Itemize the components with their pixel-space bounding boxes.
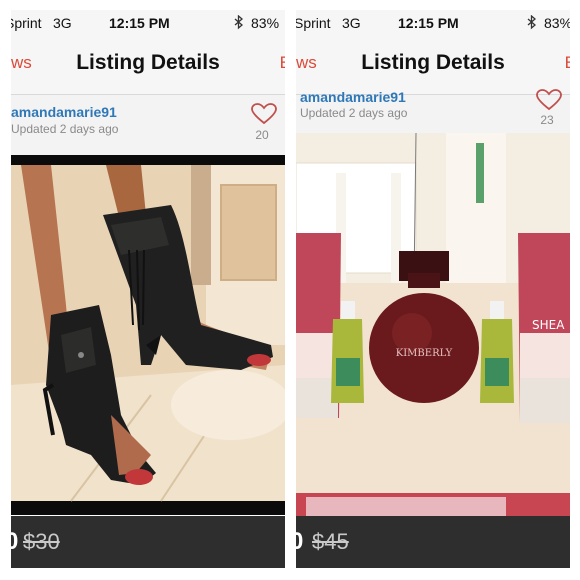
heart-icon[interactable] bbox=[251, 103, 277, 125]
page-title: Listing Details bbox=[361, 51, 505, 74]
cream-label: SHEA bbox=[532, 318, 565, 332]
price-bar: 0 $30 bbox=[11, 516, 285, 568]
seller-row: amandamarie91 Updated 2 days ago 23 bbox=[296, 89, 570, 133]
carrier-label: Sprint bbox=[296, 15, 331, 31]
status-bar: Sprint 3G 12:15 PM 83% bbox=[11, 10, 285, 36]
like-count: 23 bbox=[540, 113, 554, 127]
battery-label: 83% bbox=[544, 15, 570, 31]
carrier-label: Sprint bbox=[11, 15, 42, 31]
network-label: 3G bbox=[53, 15, 72, 31]
clock: 12:15 PM bbox=[109, 15, 170, 31]
edit-button[interactable]: E bbox=[280, 53, 285, 73]
heart-icon[interactable] bbox=[536, 89, 562, 111]
bluetooth-icon bbox=[234, 15, 243, 30]
page-title: Listing Details bbox=[76, 51, 220, 74]
battery-label: 83% bbox=[251, 15, 280, 31]
nav-bar: ws Listing Details E bbox=[11, 36, 285, 95]
screen-right: Sprint 3G 12:15 PM 83% ws Listing Detail… bbox=[296, 10, 570, 568]
seller-username[interactable]: amandamarie91 bbox=[300, 89, 406, 105]
like-count: 20 bbox=[255, 128, 269, 142]
original-price: $45 bbox=[312, 529, 349, 554]
bluetooth-icon bbox=[527, 15, 536, 30]
updated-label: Updated 2 days ago bbox=[11, 122, 119, 136]
network-label: 3G bbox=[342, 15, 361, 31]
status-bar: Sprint 3G 12:15 PM 83% bbox=[296, 10, 570, 36]
listing-photo[interactable]: KIMBERLY SHEA bbox=[296, 133, 570, 523]
original-price: $30 bbox=[23, 529, 60, 554]
price-bar: 0 $45 bbox=[296, 516, 570, 568]
nav-bar: ws Listing Details E bbox=[296, 36, 570, 95]
listing-photo[interactable] bbox=[11, 155, 285, 515]
clock: 12:15 PM bbox=[398, 15, 459, 31]
seller-username[interactable]: amandamarie91 bbox=[11, 104, 117, 120]
price-partial: 0 bbox=[296, 528, 304, 555]
perfume-label: KIMBERLY bbox=[396, 348, 453, 359]
price-partial: 0 bbox=[11, 528, 19, 555]
edit-button[interactable]: E bbox=[565, 53, 570, 73]
seller-row: amandamarie91 Updated 2 days ago 20 bbox=[11, 95, 285, 155]
screen-left: Sprint 3G 12:15 PM 83% ws Listing Detail… bbox=[11, 10, 285, 568]
updated-label: Updated 2 days ago bbox=[300, 106, 408, 120]
